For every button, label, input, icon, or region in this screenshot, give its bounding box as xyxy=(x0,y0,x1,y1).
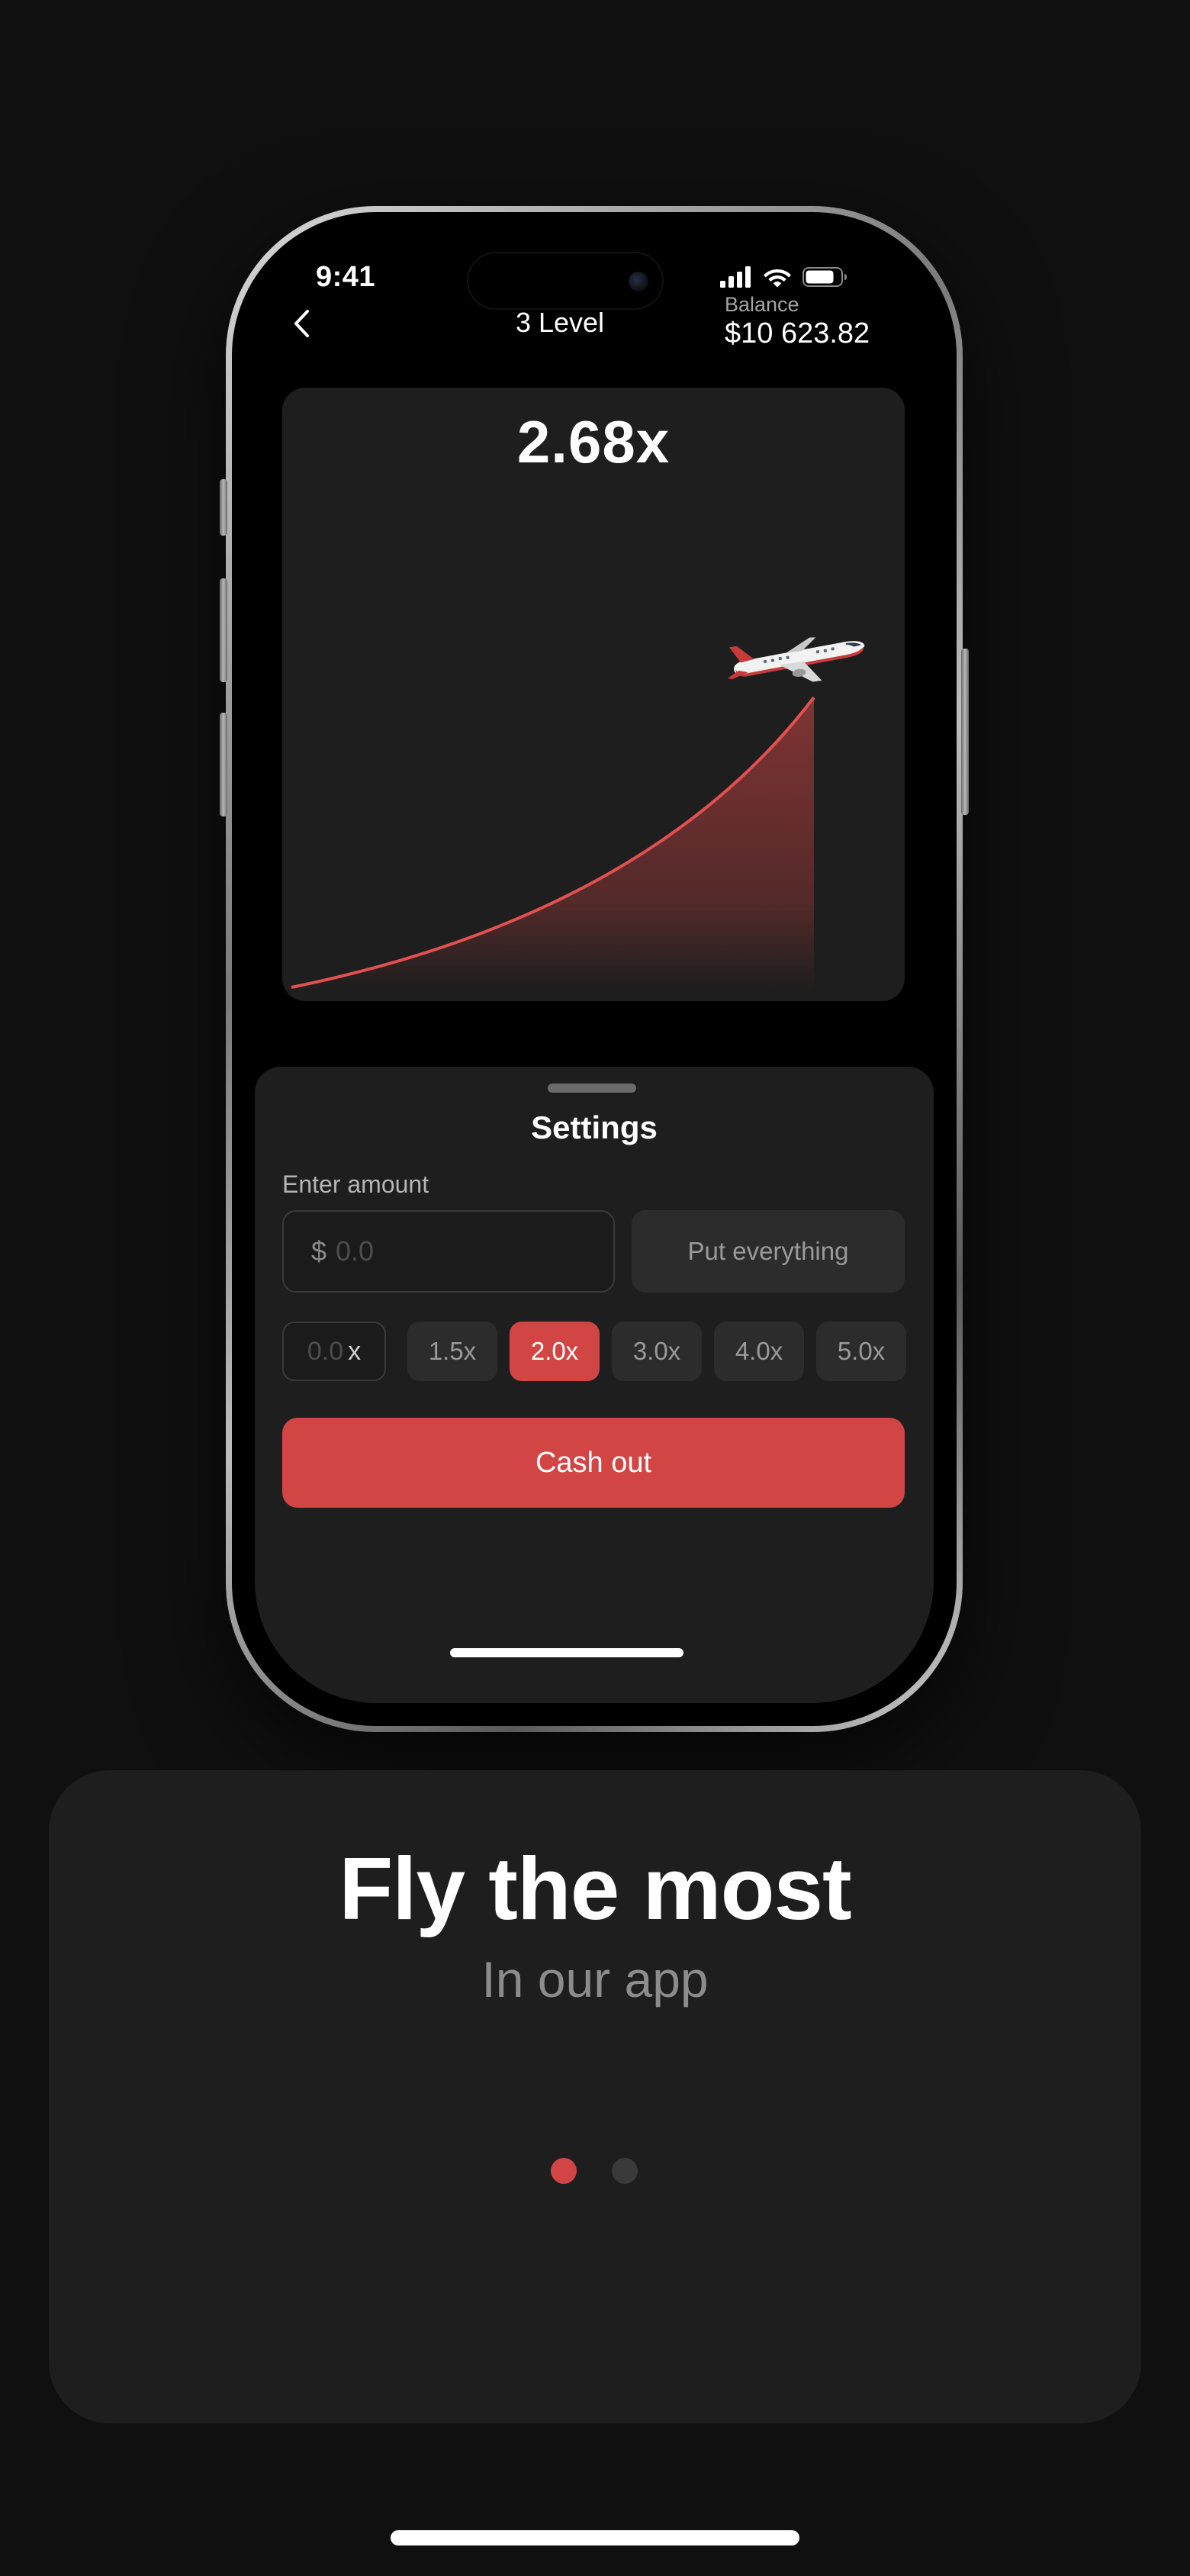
balance-value: $10 623.82 xyxy=(725,317,870,349)
dynamic-island xyxy=(467,252,664,310)
sheet-grabber[interactable] xyxy=(548,1084,636,1093)
custom-multiplier-input[interactable]: 0.0 x xyxy=(282,1322,386,1381)
level-title: 3 Level xyxy=(515,307,605,338)
multiplier-chip[interactable]: 5.0x xyxy=(816,1322,906,1381)
back-button[interactable] xyxy=(279,301,325,346)
cellular-signal-icon xyxy=(720,266,751,288)
promo-card: Fly the most In our app xyxy=(49,1770,1141,2423)
amount-field[interactable]: $ xyxy=(282,1210,615,1293)
action-button xyxy=(220,479,227,536)
multiplier-chip[interactable]: 4.0x xyxy=(714,1322,804,1381)
power-button xyxy=(961,649,969,815)
multiplier-row: 0.0 x 1.5x 2.0x 3.0x 4.0x 5.0x xyxy=(282,1322,906,1381)
settings-title: Settings xyxy=(531,1109,658,1145)
put-everything-button[interactable]: Put everything xyxy=(632,1210,905,1293)
phone-home-indicator[interactable] xyxy=(450,1648,683,1657)
chevron-left-icon xyxy=(294,310,309,337)
airplane-icon xyxy=(727,637,865,682)
amount-input[interactable] xyxy=(336,1235,565,1267)
balance-label: Balance xyxy=(725,293,799,316)
multiplier-chip[interactable]: 1.5x xyxy=(407,1322,497,1381)
currency-symbol: $ xyxy=(311,1235,327,1267)
page-indicator xyxy=(49,2158,1141,2184)
phone-mockup: 9:41 3 Level Balance $10 623.82 2.68x Se… xyxy=(220,206,969,1732)
volume-down-button xyxy=(220,713,227,816)
flight-curve xyxy=(291,637,865,990)
promo-title: Fly the most xyxy=(339,1839,851,1938)
settings-sheet: Settings Enter amount $ Put everything 0… xyxy=(255,1067,934,1703)
cash-out-button[interactable]: Cash out xyxy=(282,1418,905,1508)
custom-multiplier-suffix: x xyxy=(348,1336,362,1366)
amount-label: Enter amount xyxy=(282,1170,429,1198)
page-dot[interactable] xyxy=(612,2158,638,2184)
wifi-icon xyxy=(764,269,791,288)
custom-multiplier-placeholder: 0.0 xyxy=(307,1336,344,1366)
game-card: 2.68x xyxy=(282,388,905,1001)
current-multiplier: 2.68x xyxy=(516,408,671,475)
promo-subtitle: In our app xyxy=(481,1951,709,2008)
multiplier-chip-selected[interactable]: 2.0x xyxy=(510,1322,600,1381)
home-indicator[interactable] xyxy=(391,2530,799,2545)
front-camera xyxy=(629,272,648,291)
phone-screen: 9:41 3 Level Balance $10 623.82 2.68x Se… xyxy=(255,235,934,1703)
battery-icon xyxy=(802,267,847,287)
multiplier-chip[interactable]: 3.0x xyxy=(612,1322,702,1381)
volume-up-button xyxy=(220,578,227,682)
page-dot-active[interactable] xyxy=(551,2158,577,2184)
